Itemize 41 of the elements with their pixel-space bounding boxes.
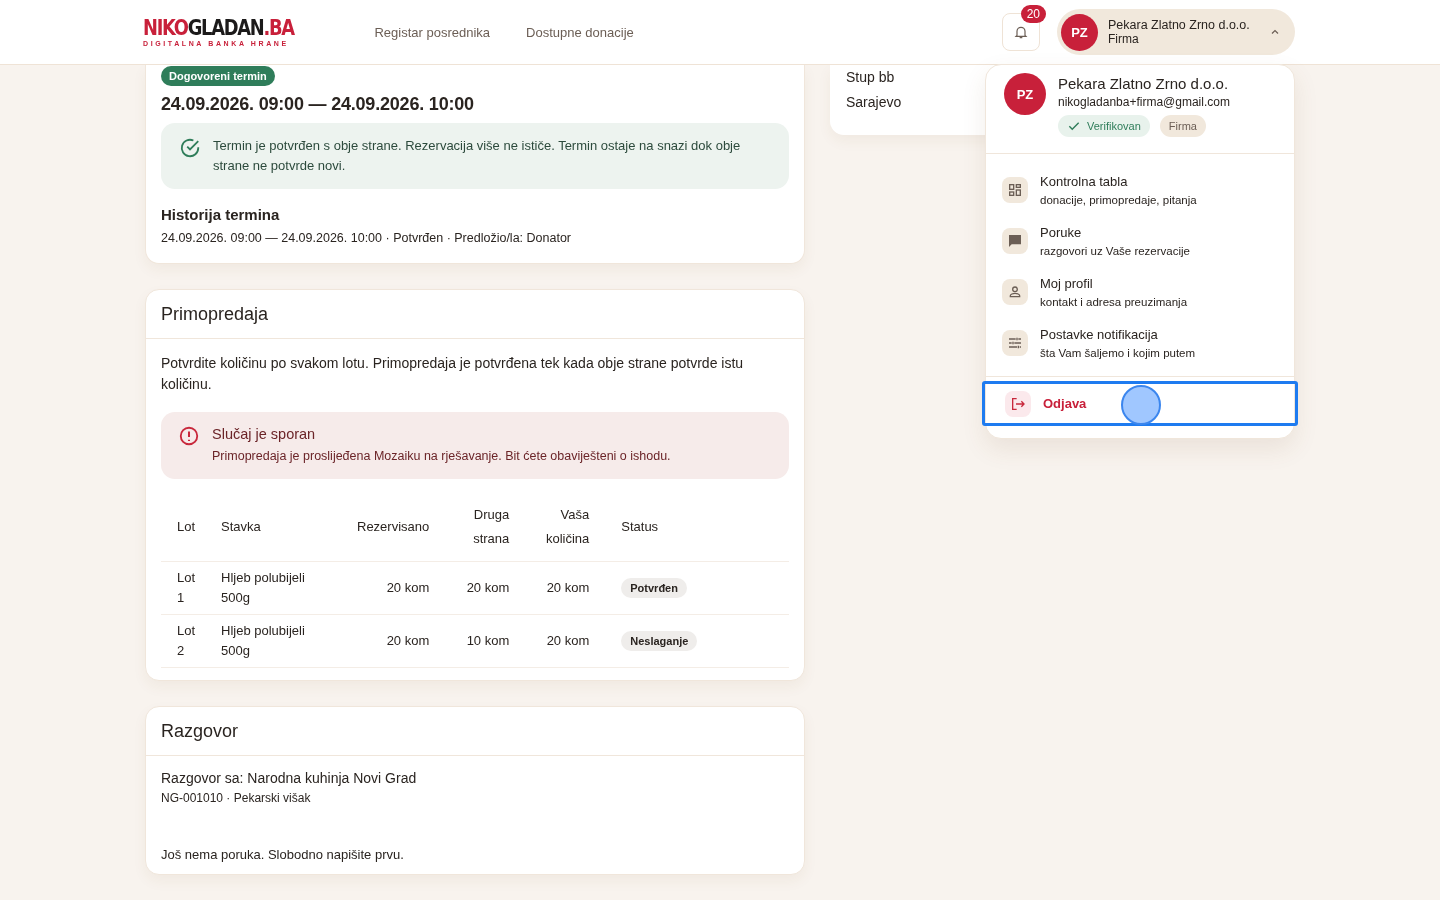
empty-message: Još nema poruka. Slobodno napišite prvu. [161, 847, 405, 862]
conversation-reference: NG-001010 · Pekarski višak [161, 791, 312, 805]
alert-title: Slučaj je sporan [212, 426, 317, 442]
notice-text: Termin je potvrđen s obje strane. Rezervacija više ne ističe. Termin ostaje na snazi dok obje strane ne potvrde novi. [213, 137, 742, 175]
intro-text: Potvrdite količinu po svakom lotu. Primopredaja je potvrđena tek kada obje strane potvrde istu količinu. [161, 354, 745, 394]
table-cell: Hljeb polubijeli 500g [221, 614, 341, 668]
card-title: Primopredaja [146, 290, 804, 339]
table-cell: 10 kom [445, 614, 526, 668]
status-chip: Potvrđen [621, 578, 687, 598]
notification-badge: 20 [1020, 5, 1046, 23]
account-email: nikogladanba+firma@gmail.com [1058, 95, 1230, 109]
table-cell: 20 kom [445, 561, 526, 615]
alert-text: Primopredaja je proslijeđena Mozaiku na rješavanje. Bit ćete obaviješteni o ishodu. [212, 449, 671, 463]
status-chip: Neslaganje [621, 631, 698, 651]
table-cell: 20 kom [341, 561, 446, 615]
conversation-partner: Razgovor sa: Narodna kuhinja Novi Grad [161, 770, 418, 786]
column-header: Rezervisano [341, 493, 446, 562]
avatar: PZ [1004, 73, 1046, 115]
account-role: Firma [1108, 32, 1140, 46]
card-title: Razgovor [146, 707, 804, 756]
table-cell: Lot 1 [161, 561, 221, 615]
tag: Firma [1159, 115, 1206, 137]
column-header: Vaša količina [525, 493, 606, 562]
account-name: Pekara Zlatno Zrno d.o.o. [1058, 75, 1230, 92]
appointment-time: 24.09.2026. 09:00 — 24.09.2026. 10:00 [161, 94, 475, 115]
status-badge: Dogovoreni termin [161, 66, 275, 86]
address-line: Stup bb [846, 68, 896, 87]
table-cell: Lot 2 [161, 614, 221, 668]
table-cell: Hljeb polubijeli 500g [221, 561, 341, 615]
table-cell: 20 kom [341, 614, 446, 668]
column-header: Druga strana [445, 493, 526, 562]
table-cell: 20 kom [525, 561, 606, 615]
section-subtitle: Historija termina [161, 206, 281, 223]
tag: Verifikovan [1058, 115, 1150, 137]
table-cell: 20 kom [525, 614, 606, 668]
column-header: Lot [161, 493, 221, 562]
history-entry: 24.09.2026. 09:00 — 24.09.2026. 10:00 · Potvrđen · Predložio/la: Donator [161, 231, 572, 245]
avatar: PZ [1061, 13, 1098, 51]
column-header: Stavka [221, 493, 341, 562]
account-name: Pekara Zlatno Zrno d.o.o. [1108, 18, 1251, 32]
column-header: Status [605, 493, 789, 562]
